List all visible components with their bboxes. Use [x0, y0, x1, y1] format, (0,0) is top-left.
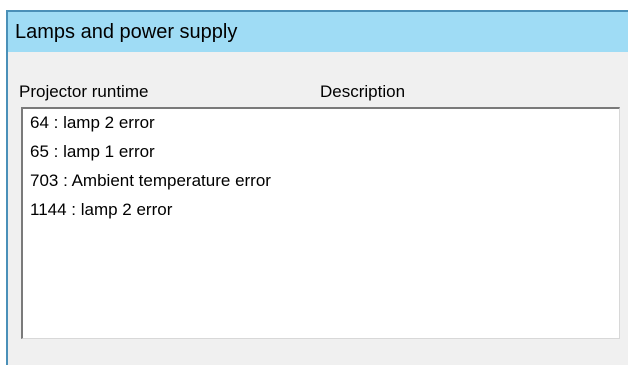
column-header-description: Description [320, 82, 406, 101]
list-item[interactable]: 1144 : lamp 2 error [30, 200, 172, 220]
column-header-projector-runtime: Projector runtime [19, 82, 149, 101]
panel-title-bar: Lamps and power supply [8, 12, 628, 52]
lamps-power-supply-panel: Lamps and power supply Projector runtime… [6, 10, 628, 365]
list-item[interactable]: 65 : lamp 1 error [30, 142, 155, 162]
error-log-list[interactable]: 64 : lamp 2 error 65 : lamp 1 error 703 … [21, 107, 620, 339]
list-item[interactable]: 703 : Ambient temperature error [30, 171, 271, 191]
list-item[interactable]: 64 : lamp 2 error [30, 113, 155, 133]
panel-title: Lamps and power supply [15, 21, 238, 43]
